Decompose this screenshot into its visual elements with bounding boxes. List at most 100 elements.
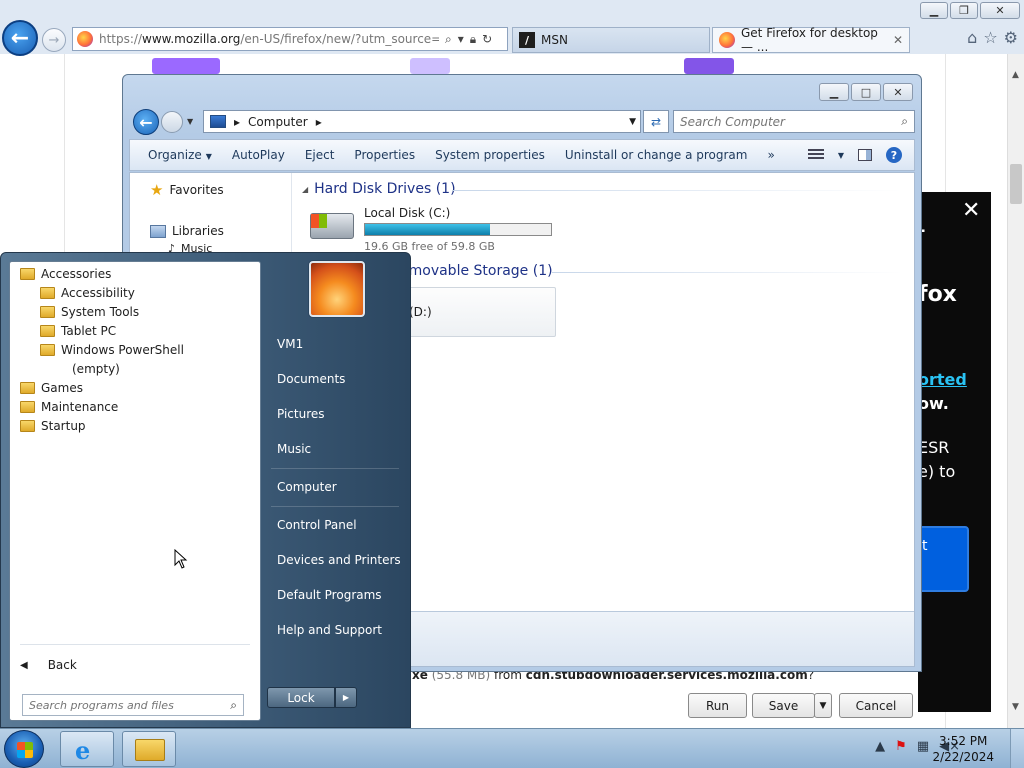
more-commands-button[interactable]: »	[761, 148, 788, 162]
drive-local-disk-c[interactable]: Local Disk (C:) 19.6 GB free of 59.8 GB	[306, 205, 606, 253]
explorer-refresh-button[interactable]: ⇄	[643, 110, 669, 133]
promo-cta-button[interactable]: t	[918, 526, 969, 592]
program-item[interactable]: System Tools	[40, 305, 139, 319]
start-menu-link[interactable]: Computer	[277, 480, 337, 494]
drive-usage-bar	[364, 223, 552, 236]
start-menu-link[interactable]: VM1	[277, 337, 303, 351]
properties-button[interactable]: Properties	[348, 148, 429, 162]
explorer-address-bar[interactable]: ▸ Computer ▸ ▼	[203, 110, 641, 133]
program-item[interactable]: (empty)	[72, 362, 120, 376]
explorer-search-input[interactable]	[680, 114, 880, 129]
explorer-back-button[interactable]: ←	[133, 109, 159, 135]
start-menu-link[interactable]: Control Panel	[277, 518, 357, 532]
command-bar-right: ▼ ?	[807, 147, 914, 163]
collapse-triangle-icon[interactable]: ◢	[302, 185, 308, 194]
explorer-search-box[interactable]: ⌕	[673, 110, 915, 133]
tab-get-firefox[interactable]: Get Firefox for desktop — ... ✕	[712, 26, 910, 54]
minimize-button[interactable]: ▁	[920, 2, 948, 19]
taskbar-clock[interactable]: 3:52 PM 2/22/2024	[932, 733, 994, 765]
search-icon[interactable]: ⌕	[901, 114, 908, 129]
lock-button[interactable]: Lock	[267, 687, 335, 708]
dropdown-icon[interactable]: ▾	[458, 32, 464, 47]
address-bar[interactable]: https://www.mozilla.org/en-US/firefox/ne…	[72, 27, 508, 51]
eject-button[interactable]: Eject	[299, 148, 349, 162]
shutdown-options-button[interactable]: ▶	[335, 687, 357, 708]
user-picture[interactable]	[309, 261, 365, 317]
address-dropdown-icon[interactable]: ▼	[629, 117, 636, 127]
search-icon[interactable]: ⌕	[230, 698, 237, 713]
group-divider	[552, 272, 902, 273]
group-header-removable-storage[interactable]: emovable Storage (1)	[400, 263, 553, 279]
start-menu-link[interactable]: Help and Support	[277, 623, 382, 637]
start-search-box[interactable]: ⌕	[22, 694, 244, 716]
address-url[interactable]: https://www.mozilla.org/en-US/firefox/ne…	[99, 32, 439, 46]
system-properties-button[interactable]: System properties	[429, 148, 559, 162]
scroll-up-icon[interactable]: ▲	[1012, 70, 1019, 80]
breadcrumb-separator-icon[interactable]: ▸	[316, 115, 322, 129]
program-item[interactable]: Tablet PC	[40, 324, 116, 338]
promo-link[interactable]: orted	[918, 370, 967, 389]
group-header-hard-disk-drives[interactable]: ◢ Hard Disk Drives (1)	[302, 181, 456, 197]
close-button[interactable]: ✕	[980, 2, 1020, 19]
ie-titlebar: ▁ ❐ ✕	[0, 0, 1024, 24]
home-icon[interactable]: ⌂	[967, 28, 977, 47]
scroll-down-icon[interactable]: ▼	[1012, 702, 1019, 712]
scrollbar-thumb[interactable]	[1010, 164, 1022, 204]
preview-pane-icon[interactable]	[858, 149, 872, 161]
network-icon[interactable]: ▦	[917, 739, 929, 754]
run-button[interactable]: Run	[688, 693, 747, 718]
program-item[interactable]: Windows PowerShell	[40, 343, 184, 357]
program-item[interactable]: Accessories	[20, 267, 111, 281]
back-arrow-icon: ←	[139, 112, 153, 132]
start-menu-link[interactable]: Devices and Printers	[277, 553, 401, 567]
favorites-star-icon[interactable]: ☆	[983, 28, 997, 47]
chevron-down-icon: ▼	[819, 700, 827, 711]
explorer-close-button[interactable]: ✕	[883, 83, 913, 101]
view-options-chevron-icon[interactable]: ▼	[838, 151, 844, 160]
browser-forward-button[interactable]: →	[42, 28, 66, 52]
page-scrollbar[interactable]: ▲ ▼	[1007, 54, 1024, 728]
explorer-forward-button[interactable]	[161, 111, 183, 133]
save-button[interactable]: Save	[752, 693, 815, 718]
change-view-icon[interactable]	[807, 149, 824, 161]
explorer-maximize-button[interactable]: □	[851, 83, 881, 101]
program-item[interactable]: Accessibility	[40, 286, 135, 300]
tab-close-icon[interactable]: ✕	[893, 33, 903, 47]
action-center-flag-icon[interactable]: ⚑	[895, 739, 907, 754]
help-icon[interactable]: ?	[886, 147, 902, 163]
save-options-button[interactable]: ▼	[814, 693, 832, 718]
back-button[interactable]: ◀ Back	[20, 658, 77, 672]
uninstall-program-button[interactable]: Uninstall or change a program	[559, 148, 762, 162]
lock-icon[interactable]: 🔒︎	[470, 32, 476, 47]
restore-button[interactable]: ❐	[950, 2, 978, 19]
program-item[interactable]: Startup	[20, 419, 86, 433]
show-desktop-button[interactable]	[1010, 729, 1024, 768]
program-item[interactable]: Games	[20, 381, 83, 395]
tab-msn[interactable]: / MSN	[512, 27, 710, 53]
promo-close-icon[interactable]: ✕	[962, 198, 980, 223]
explorer-minimize-button[interactable]: ▁	[819, 83, 849, 101]
start-menu-link[interactable]: Pictures	[277, 407, 325, 421]
gear-icon[interactable]: ⚙	[1004, 28, 1018, 47]
taskbar-internet-explorer[interactable]: e	[60, 731, 114, 767]
program-item[interactable]: Maintenance	[20, 400, 118, 414]
start-menu-separator	[271, 506, 399, 507]
breadcrumb-computer[interactable]: Computer	[248, 115, 308, 129]
recent-pages-dropdown-icon[interactable]: ▼	[187, 117, 193, 126]
show-hidden-icons-icon[interactable]: ▲	[875, 739, 885, 754]
nav-item-favorites[interactable]: ★ Favorites	[150, 181, 224, 199]
refresh-icon[interactable]: ↻	[482, 32, 492, 47]
nav-item-libraries[interactable]: Libraries	[150, 224, 224, 238]
autoplay-button[interactable]: AutoPlay	[226, 148, 299, 162]
cancel-button[interactable]: Cancel	[839, 693, 913, 718]
organize-button[interactable]: Organize ▼	[142, 148, 226, 162]
start-search-input[interactable]	[29, 698, 209, 712]
browser-back-button[interactable]: ←	[2, 20, 38, 56]
start-button[interactable]	[4, 730, 44, 768]
search-icon[interactable]: ⌕	[445, 32, 452, 47]
start-menu-link[interactable]: Default Programs	[277, 588, 382, 602]
breadcrumb-separator-icon[interactable]: ▸	[234, 115, 240, 129]
start-menu-link[interactable]: Documents	[277, 372, 345, 386]
taskbar-windows-explorer[interactable]	[122, 731, 176, 767]
start-menu-link[interactable]: Music	[277, 442, 311, 456]
